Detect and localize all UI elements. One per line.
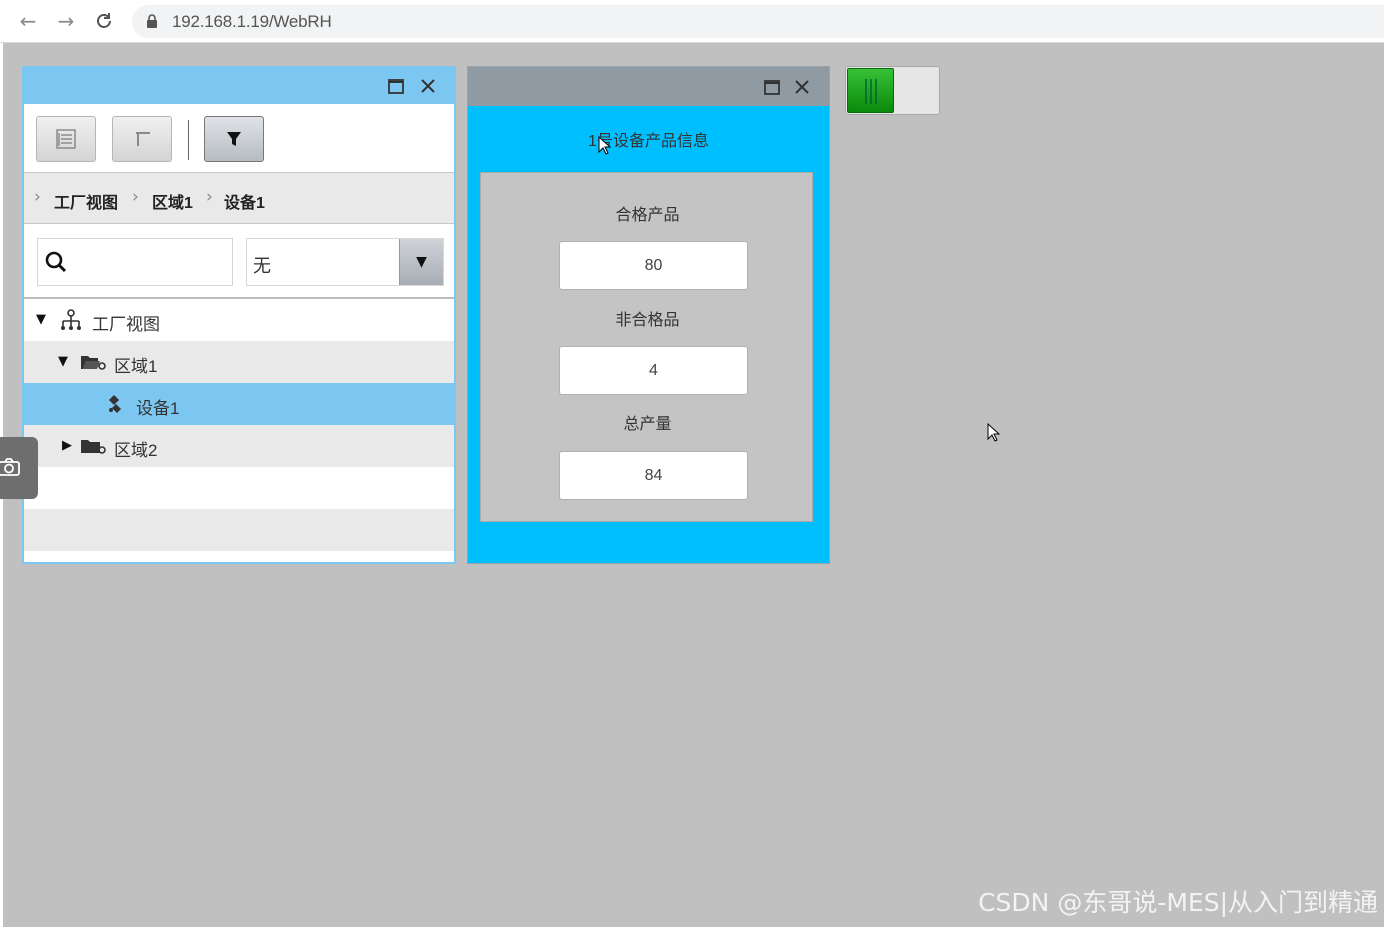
device-info-panel: 1号设备产品信息 合格产品 80 非合格品 4 总产量 84 bbox=[467, 66, 830, 564]
chevron-down-icon[interactable]: ▼ bbox=[399, 239, 443, 285]
camera-icon bbox=[0, 458, 20, 476]
hierarchy-icon bbox=[61, 309, 81, 330]
tree-node-area1[interactable]: ▼ 区域1 bbox=[24, 341, 454, 383]
tree-panel-titlebar bbox=[22, 66, 456, 104]
qualified-value-field[interactable]: 80 bbox=[559, 241, 748, 290]
info-fields-container: 合格产品 80 非合格品 4 总产量 84 bbox=[480, 172, 813, 522]
collapse-icon bbox=[136, 132, 150, 146]
chevron-right-icon: › bbox=[34, 187, 41, 207]
expand-list-icon bbox=[56, 129, 76, 149]
chevron-right-icon: › bbox=[132, 187, 139, 207]
panel-heading: 1号设备产品信息 bbox=[588, 133, 709, 150]
tree-node-device1[interactable]: 设备1 bbox=[24, 383, 454, 425]
tree-node-label: 设备1 bbox=[136, 399, 180, 418]
caret-down-icon[interactable]: ▼ bbox=[36, 312, 46, 327]
browser-toolbar: ← → 192.168.1.19/WebRH bbox=[0, 0, 1384, 43]
tree-node-label: 区域2 bbox=[114, 441, 158, 460]
folder-icon bbox=[81, 440, 106, 454]
info-panel-titlebar bbox=[468, 67, 829, 106]
breadcrumb: › 工厂视图 › 区域1 › 设备1 bbox=[24, 172, 454, 224]
defective-label: 非合格品 bbox=[615, 312, 680, 329]
breadcrumb-item[interactable]: 工厂视图 bbox=[54, 189, 118, 213]
filter-select[interactable]: 无 ▼ bbox=[246, 238, 444, 286]
lock-icon bbox=[147, 14, 157, 28]
toggle-switch[interactable] bbox=[845, 66, 940, 115]
collapse-all-button[interactable] bbox=[112, 116, 172, 162]
close-icon[interactable] bbox=[792, 77, 812, 97]
total-output-label: 总产量 bbox=[623, 416, 672, 433]
tree-node-label: 工厂视图 bbox=[92, 315, 160, 334]
expand-all-button[interactable] bbox=[36, 116, 96, 162]
grip-icon bbox=[865, 79, 877, 104]
caret-right-icon[interactable]: ▶ bbox=[62, 438, 72, 453]
qualified-label: 合格产品 bbox=[615, 207, 680, 224]
filter-icon bbox=[227, 132, 241, 146]
chevron-right-icon: › bbox=[206, 187, 213, 207]
arrow-left-icon[interactable]: ← bbox=[16, 9, 40, 33]
maximize-icon[interactable] bbox=[762, 77, 782, 97]
search-box bbox=[37, 238, 233, 286]
tree-node-label: 区域1 bbox=[114, 357, 158, 376]
tree-node-factory[interactable]: ▼ 工厂视图 bbox=[24, 299, 454, 341]
tree-panel: › 工厂视图 › 区域1 › 设备1 无 ▼ ▼ 工厂视图 ▼ 区域1 设备1 … bbox=[22, 66, 456, 564]
tree-empty-row bbox=[24, 467, 454, 509]
breadcrumb-item[interactable]: 区域1 bbox=[152, 189, 193, 213]
caret-down-icon[interactable]: ▼ bbox=[58, 354, 68, 369]
filter-button[interactable] bbox=[204, 116, 264, 162]
reload-icon[interactable] bbox=[92, 9, 116, 33]
mouse-cursor-icon bbox=[598, 136, 612, 155]
toggle-knob[interactable] bbox=[847, 68, 894, 113]
arrow-right-icon[interactable]: → bbox=[54, 9, 78, 33]
select-value: 无 bbox=[253, 256, 271, 276]
total-output-value-field[interactable]: 84 bbox=[559, 451, 748, 500]
device-icon bbox=[109, 395, 121, 413]
breadcrumb-item[interactable]: 设备1 bbox=[224, 189, 265, 213]
url-text: 192.168.1.19/WebRH bbox=[172, 12, 332, 31]
mouse-cursor-icon bbox=[987, 423, 1001, 442]
screenshot-tab[interactable] bbox=[0, 437, 38, 499]
defective-value-field[interactable]: 4 bbox=[559, 346, 748, 395]
folder-open-icon bbox=[81, 356, 106, 370]
tree-node-area2[interactable]: ▶ 区域2 bbox=[24, 425, 454, 467]
watermark: CSDN @东哥说-MES|从入门到精通 bbox=[978, 888, 1378, 917]
search-icon bbox=[45, 251, 67, 273]
close-icon[interactable] bbox=[418, 76, 438, 96]
toolbar-divider bbox=[188, 120, 189, 160]
address-bar[interactable]: 192.168.1.19/WebRH bbox=[132, 5, 1384, 38]
maximize-icon[interactable] bbox=[386, 76, 406, 96]
search-input[interactable] bbox=[78, 247, 226, 277]
tree-empty-row bbox=[24, 509, 454, 551]
